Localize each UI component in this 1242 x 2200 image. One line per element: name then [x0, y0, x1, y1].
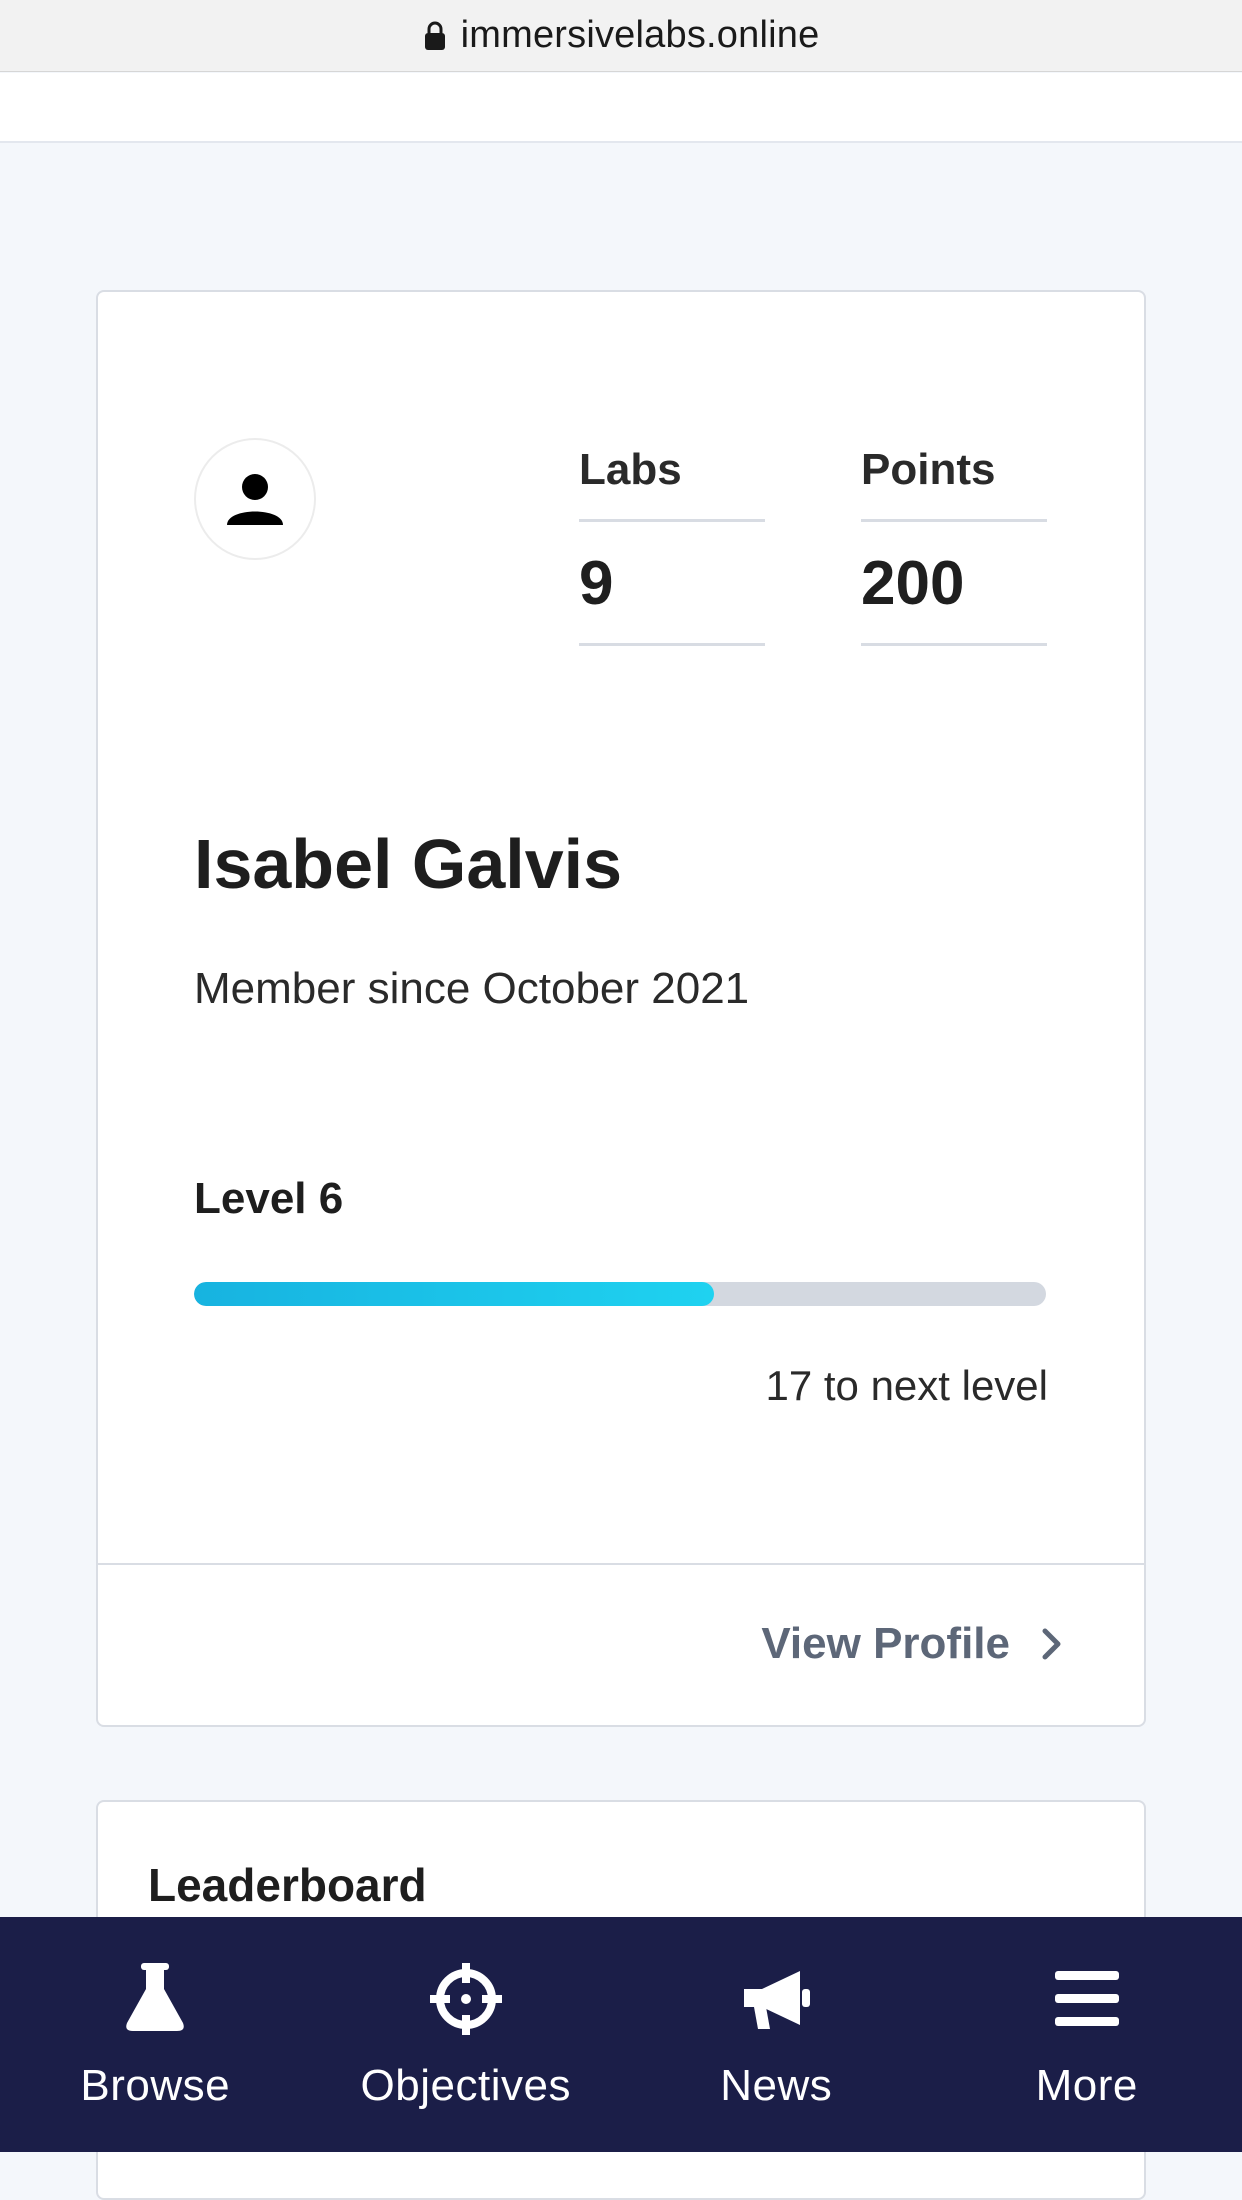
user-icon [223, 467, 287, 531]
labs-value: 9 [579, 522, 765, 646]
view-profile-label: View Profile [761, 1619, 1010, 1669]
labs-label: Labs [579, 442, 765, 522]
nav-news-label: News [720, 2061, 832, 2111]
level-progress-fill [194, 1282, 714, 1306]
points-label: Points [861, 442, 1047, 522]
profile-card-footer: View Profile [98, 1563, 1144, 1725]
avatar[interactable] [194, 438, 316, 560]
next-level-text: 17 to next level [765, 1362, 1048, 1410]
browser-url-bar[interactable]: immersivelabs.online [0, 0, 1242, 72]
nav-browse[interactable]: Browse [0, 1917, 311, 2152]
nav-more[interactable]: More [932, 1917, 1242, 2152]
profile-card: Labs 9 Points 200 Isabel Galvis Member s… [96, 290, 1146, 1727]
chevron-right-icon [1040, 1627, 1064, 1661]
bottom-nav: Browse Objectives News More [0, 1917, 1242, 2152]
labs-stat: Labs 9 [579, 442, 765, 646]
flask-icon [115, 1959, 195, 2039]
nav-more-label: More [1036, 2061, 1138, 2111]
hamburger-menu-icon [1047, 1959, 1127, 2039]
leaderboard-title: Leaderboard [148, 1858, 427, 1912]
view-profile-link[interactable]: View Profile [761, 1619, 1064, 1669]
page-header-strip [0, 73, 1242, 143]
member-since: Member since October 2021 [194, 964, 749, 1014]
level-progress-bar [194, 1282, 1046, 1306]
nav-news[interactable]: News [621, 1917, 932, 2152]
nav-browse-label: Browse [80, 2061, 230, 2111]
level-label: Level 6 [194, 1174, 343, 1224]
user-name: Isabel Galvis [194, 824, 622, 904]
url-text: immersivelabs.online [461, 14, 820, 57]
points-stat: Points 200 [861, 442, 1047, 646]
nav-objectives[interactable]: Objectives [311, 1917, 622, 2152]
points-value: 200 [861, 522, 1047, 646]
crosshair-icon [426, 1959, 506, 2039]
lock-icon [423, 21, 447, 51]
megaphone-icon [736, 1959, 816, 2039]
nav-objectives-label: Objectives [361, 2061, 571, 2111]
